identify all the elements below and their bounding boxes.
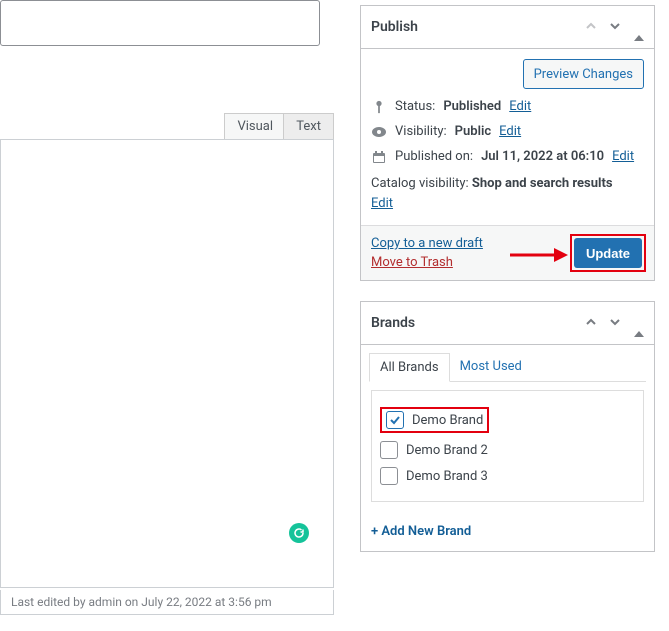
pin-icon — [371, 100, 387, 114]
last-edited-text: Last edited by admin on July 22, 2022 at… — [11, 595, 272, 609]
publish-title: Publish — [371, 19, 418, 35]
move-down-icon[interactable] — [610, 19, 620, 35]
published-value: Jul 11, 2022 at 06:10 — [481, 149, 604, 164]
tab-most-used[interactable]: Most Used — [450, 353, 532, 381]
brand-checklist: Demo Brand Demo Brand 2 Demo Brand 3 — [371, 390, 644, 502]
tab-visual[interactable]: Visual — [224, 113, 286, 139]
published-label: Published on: — [395, 149, 473, 164]
published-edit-link[interactable]: Edit — [612, 149, 634, 164]
visibility-value: Public — [455, 124, 491, 139]
brand-checkbox[interactable] — [386, 411, 404, 429]
annotation-highlight: Update — [570, 234, 646, 272]
toggle-icon[interactable] — [634, 19, 644, 35]
tab-all-brands[interactable]: All Brands — [369, 353, 450, 382]
catalog-value: Shop and search results — [472, 176, 613, 191]
move-up-icon[interactable] — [586, 19, 596, 35]
brand-label[interactable]: Demo Brand — [412, 413, 483, 428]
update-button[interactable]: Update — [574, 238, 642, 268]
toggle-icon[interactable] — [634, 315, 644, 331]
editor-tabs: Visual Text — [0, 113, 334, 140]
annotation-arrow-icon — [510, 246, 568, 264]
eye-icon — [371, 127, 387, 137]
publish-metabox: Publish Preview Changes Status: Publishe… — [360, 5, 655, 281]
visibility-edit-link[interactable]: Edit — [499, 124, 521, 139]
visibility-label: Visibility: — [395, 124, 447, 139]
grammarly-icon[interactable] — [289, 523, 309, 543]
move-down-icon[interactable] — [610, 315, 620, 331]
post-title-input[interactable] — [0, 0, 320, 46]
move-up-icon[interactable] — [586, 315, 596, 331]
catalog-edit-link[interactable]: Edit — [371, 196, 393, 211]
brands-metabox: Brands All Brands Most Used Demo Br — [360, 301, 655, 552]
calendar-icon — [371, 151, 387, 163]
status-value: Published — [443, 99, 501, 114]
brand-checkbox[interactable] — [380, 467, 398, 485]
status-label: Status: — [395, 99, 435, 114]
editor-content[interactable] — [0, 139, 334, 588]
preview-changes-button[interactable]: Preview Changes — [523, 59, 644, 89]
add-new-brand-link[interactable]: + Add New Brand — [371, 524, 644, 539]
annotation-highlight: Demo Brand — [380, 407, 489, 433]
tab-text[interactable]: Text — [283, 113, 334, 139]
catalog-label: Catalog visibility: — [371, 176, 469, 191]
brand-checkbox[interactable] — [380, 441, 398, 459]
status-edit-link[interactable]: Edit — [509, 99, 531, 114]
brands-title: Brands — [371, 315, 415, 331]
brand-label[interactable]: Demo Brand 2 — [406, 443, 488, 458]
editor-statusbar: Last edited by admin on July 22, 2022 at… — [0, 590, 334, 615]
brand-label[interactable]: Demo Brand 3 — [406, 469, 488, 484]
